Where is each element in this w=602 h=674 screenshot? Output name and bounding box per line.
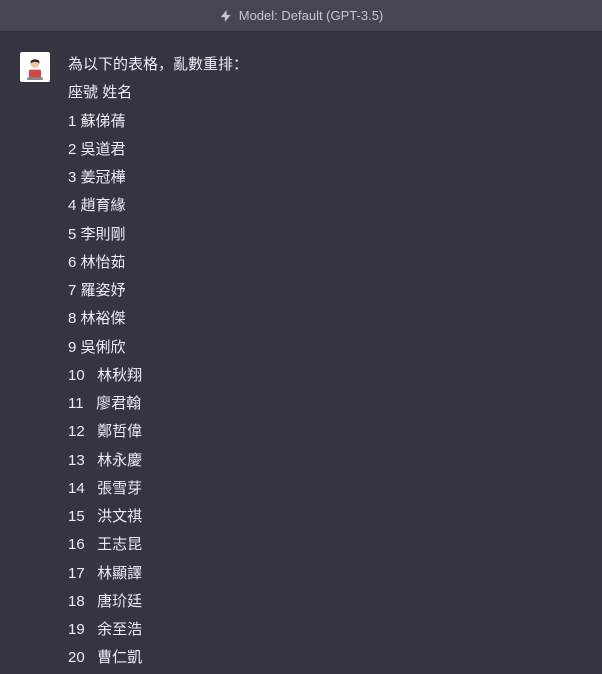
table-row: 7 羅姿妤 — [68, 278, 582, 304]
table-row: 3 姜冠樺 — [68, 165, 582, 191]
table-row: 18 唐玠廷 — [68, 589, 582, 615]
table-row: 16 王志昆 — [68, 532, 582, 558]
table-row: 4 趙育緣 — [68, 193, 582, 219]
avatar — [20, 52, 50, 82]
header-name: 姓名 — [102, 84, 132, 101]
table-row: 13 林永慶 — [68, 448, 582, 474]
table-row: 2 吳道君 — [68, 137, 582, 163]
table-row: 19 余至浩 — [68, 617, 582, 643]
table-row: 6 林怡茹 — [68, 250, 582, 276]
prompt-text: 為以下的表格，亂數重排： — [68, 52, 582, 78]
table-row: 17 林顯譯 — [68, 561, 582, 587]
bolt-icon — [219, 9, 233, 23]
table-row: 1 蘇俤蒨 — [68, 109, 582, 135]
table-row: 5 李則剛 — [68, 222, 582, 248]
table-rows: 1 蘇俤蒨2 吳道君3 姜冠樺4 趙育緣 5 李則剛6 林怡茹7 羅姿妤8 林裕傑… — [68, 109, 582, 672]
model-label: Model: Default (GPT-3.5) — [239, 8, 384, 23]
table-row: 15 洪文祺 — [68, 504, 582, 530]
model-bar: Model: Default (GPT-3.5) — [0, 0, 602, 32]
user-message: 為以下的表格，亂數重排： 座號 姓名 1 蘇俤蒨2 吳道君3 姜冠樺4 趙育緣 5… — [0, 32, 602, 674]
header-seat: 座號 — [68, 84, 98, 101]
table-row: 8 林裕傑 — [68, 306, 582, 332]
table-row: 9 吳俐欣 — [68, 335, 582, 361]
table-row: 10 林秋翔 — [68, 363, 582, 389]
table-row: 14 張雪芽 — [68, 476, 582, 502]
table-row: 11 廖君翰 — [68, 391, 582, 417]
table-row: 12 鄭哲偉 — [68, 419, 582, 445]
table-row: 20 曹仁凱 — [68, 645, 582, 671]
message-content: 為以下的表格，亂數重排： 座號 姓名 1 蘇俤蒨2 吳道君3 姜冠樺4 趙育緣 5… — [68, 52, 582, 674]
table-header: 座號 姓名 — [68, 80, 582, 106]
